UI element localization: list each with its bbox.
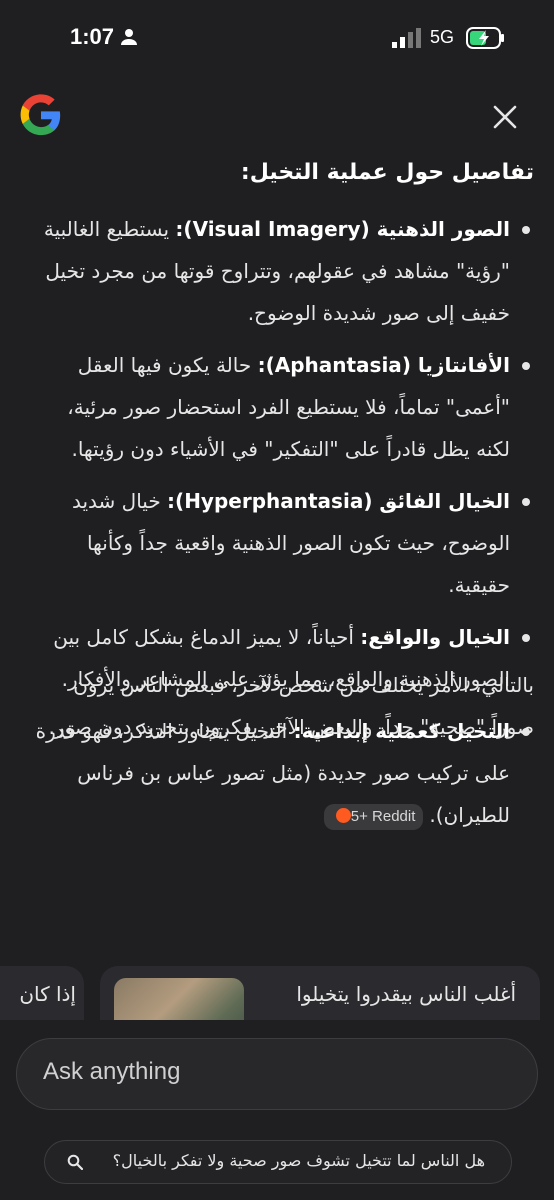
bottom-panel: Ask anything هل الناس لما تتخيل تشوف صور…: [0, 1020, 554, 1200]
list-item: الأفانتازيا (Aphantasia): حالة يكون فيها…: [30, 344, 532, 470]
header: [0, 90, 554, 150]
card-title: أغلب الناس بيقدروا يتخيلوا: [296, 982, 516, 1006]
search-icon: [67, 1154, 83, 1170]
source-chip-label: 5+ Reddit: [350, 807, 416, 825]
list-item-term: الأفانتازيا (Aphantasia):: [257, 353, 510, 377]
reddit-icon: [335, 807, 351, 823]
suggestion-text: هل الناس لما تتخيل تشوف صور صحية ولا تفك…: [112, 1151, 485, 1170]
list-item: الصور الذهنية (Visual Imagery): يستطيع ا…: [30, 208, 532, 334]
network-type: 5G: [430, 27, 455, 47]
ask-input-placeholder: Ask anything: [43, 1058, 181, 1085]
status-time: 1:07: [70, 24, 115, 49]
list-item-term: الصور الذهنية (Visual Imagery):: [175, 217, 510, 241]
source-chip[interactable]: 5+ Reddit: [323, 803, 424, 830]
google-logo-icon[interactable]: [18, 92, 64, 138]
signal-icon: [392, 28, 421, 48]
battery-charging-icon: [466, 27, 504, 49]
close-icon[interactable]: [488, 100, 522, 134]
section-heading: تفاصيل حول عملية التخيل:: [240, 160, 534, 185]
list-item: الخيال الفائق (Hyperphantasia): خيال شدي…: [30, 480, 532, 606]
card-title: إذا كان: [19, 982, 76, 1006]
list-item-term: الخيال والواقع:: [360, 625, 510, 649]
person-icon: [121, 29, 137, 45]
suggestion-chip[interactable]: هل الناس لما تتخيل تشوف صور صحية ولا تفك…: [44, 1140, 512, 1184]
status-bar: 1:07 5G: [0, 0, 554, 76]
details-list: الصور الذهنية (Visual Imagery): يستطيع ا…: [30, 208, 532, 846]
list-item-term: الخيال الفائق (Hyperphantasia):: [167, 489, 510, 513]
summary-paragraph: بالتالي، الأمر يختلف من شخص لآخر، فبعض ا…: [48, 673, 534, 739]
answer-content: تفاصيل حول عملية التخيل: الصور الذهنية (…: [0, 150, 554, 970]
ask-input[interactable]: Ask anything: [16, 1038, 538, 1110]
